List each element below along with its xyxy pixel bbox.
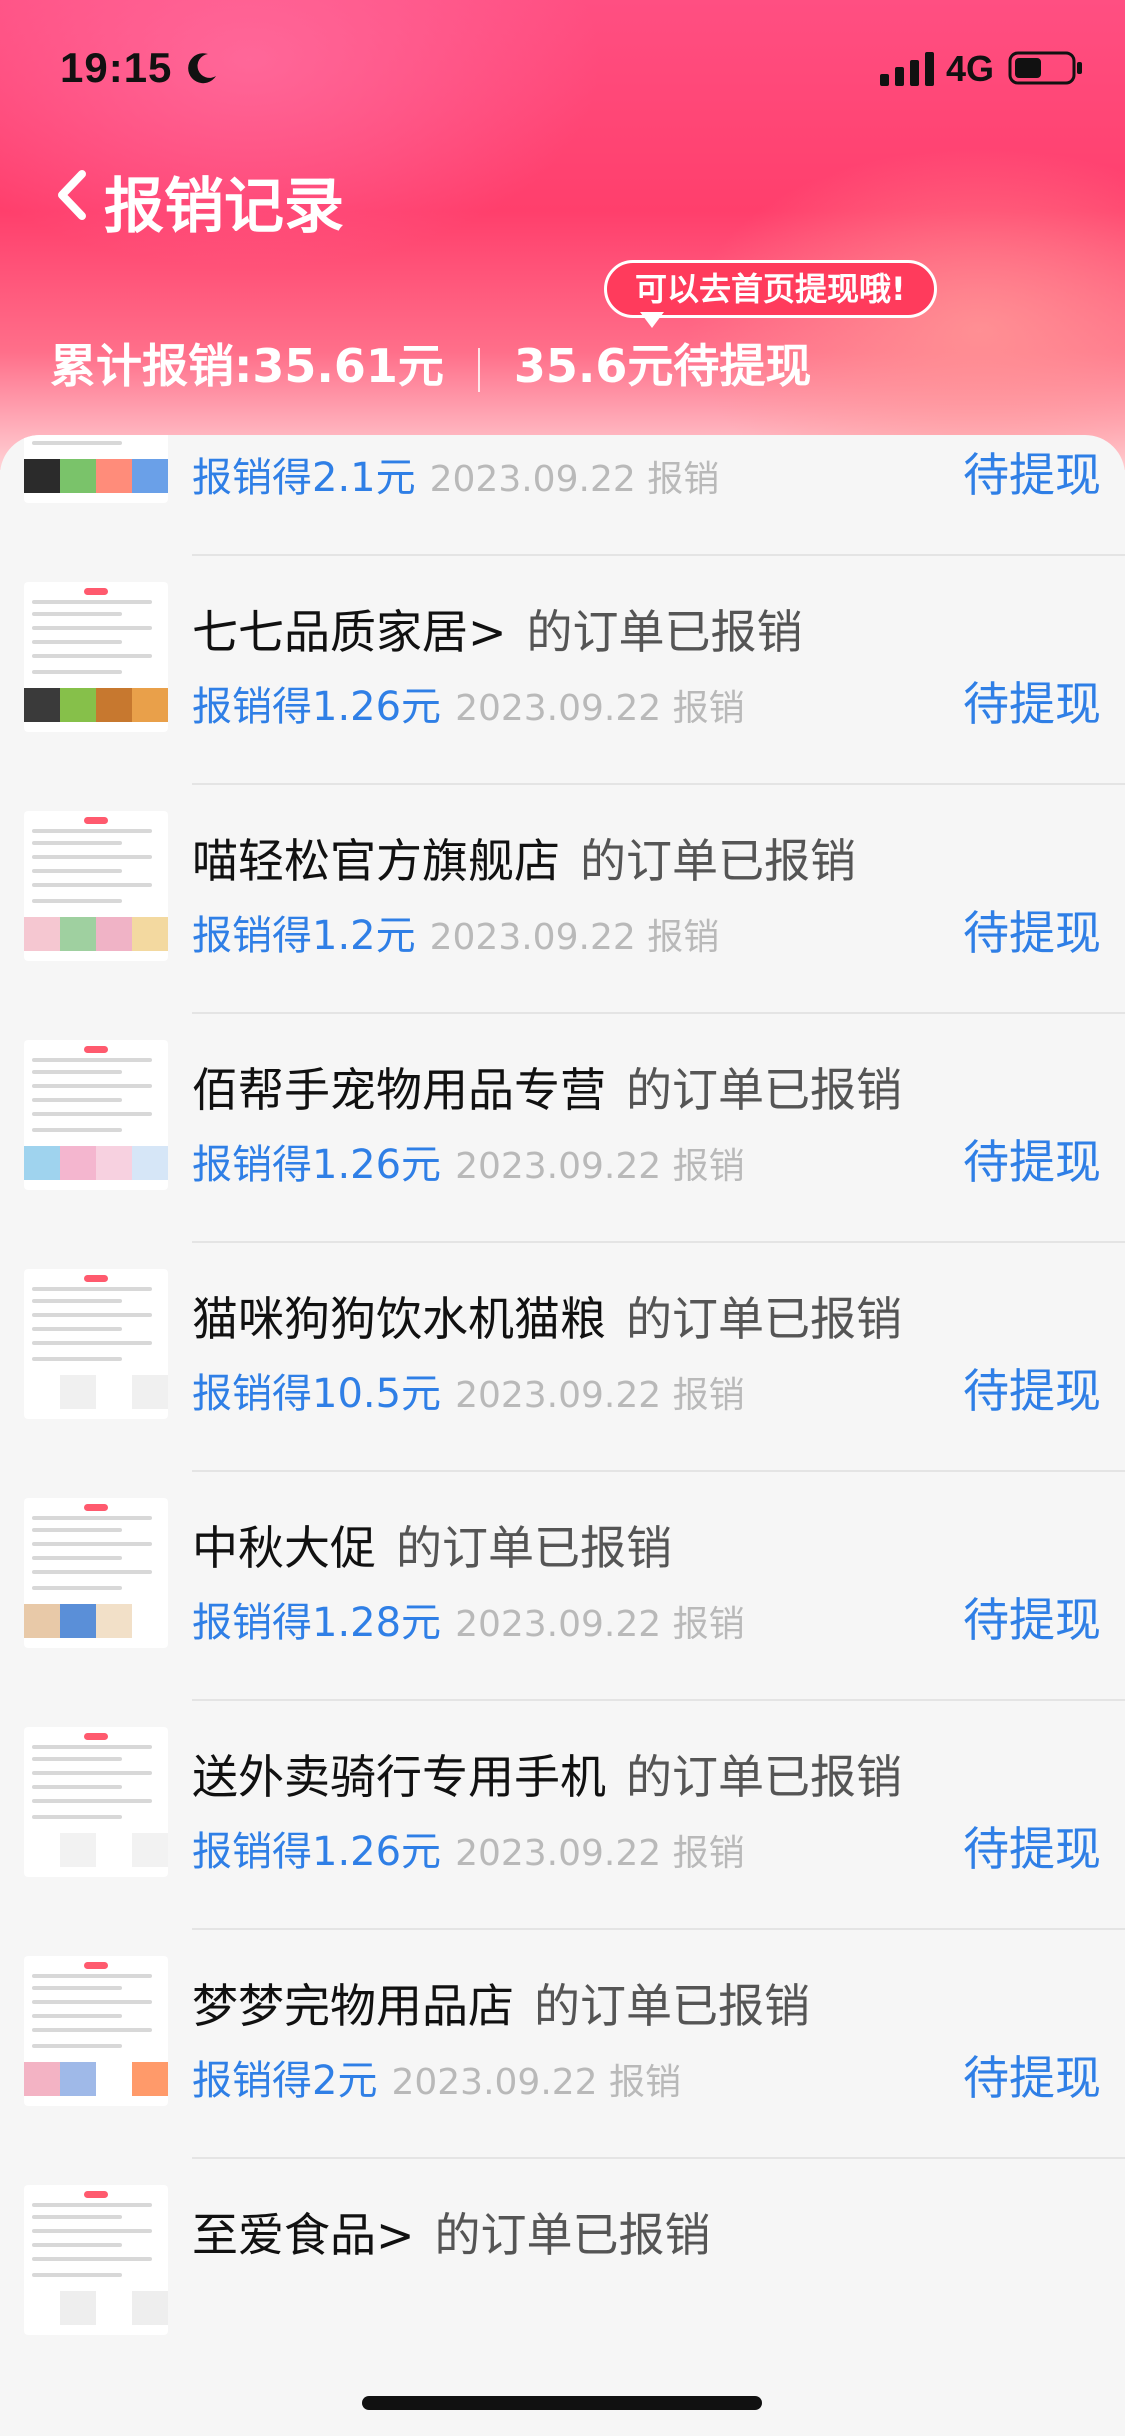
record-row[interactable]: 送外卖骑行专用手机 的订单已报销报销得1.26元 2023.09.22 报销 待提现: [0, 1701, 1125, 1930]
reimburse-amount: 报销得2元: [192, 2058, 378, 2104]
status-pending-withdraw[interactable]: 待提现: [963, 1126, 1101, 1192]
status-pending-withdraw[interactable]: 待提现: [963, 897, 1101, 963]
record-title: 猫咪狗狗饮水机猫粮 的订单已报销: [192, 1283, 902, 1349]
status-pending-withdraw[interactable]: 待提现: [963, 439, 1101, 505]
order-screenshot-thumbnail: [24, 2185, 168, 2335]
status-pending-withdraw[interactable]: 待提现: [963, 1584, 1101, 1650]
reimburse-amount: 报销得1.26元: [192, 1142, 442, 1188]
store-name[interactable]: 送外卖骑行专用手机: [192, 1750, 606, 1804]
order-screenshot-thumbnail: [24, 811, 168, 961]
store-name[interactable]: 佰帮手宠物用品专营: [192, 1063, 606, 1117]
record-row[interactable]: 至爱食品> 的订单已报销: [0, 2159, 1125, 2388]
store-name[interactable]: 喵轻松官方旗舰店: [192, 834, 560, 888]
store-name[interactable]: 至爱食品>: [192, 2208, 415, 2262]
reimburse-amount: 报销得1.2元: [192, 913, 416, 959]
record-amount-line: 报销得1.28元 2023.09.22 报销: [192, 1590, 745, 1648]
store-name[interactable]: 七七品质家居>: [192, 605, 507, 659]
reimburse-amount: 报销得1.26元: [192, 1829, 442, 1875]
record-title: 梦梦完物用品店 的订单已报销: [192, 1970, 810, 2036]
reimburse-date: 2023.09.22 报销: [429, 459, 720, 500]
withdraw-tip-bubble: 可以去首页提现哦!: [604, 260, 937, 318]
record-suffix: 的订单已报销: [526, 605, 803, 659]
record-suffix: 的订单已报销: [580, 834, 856, 888]
reimburse-date: 2023.09.22 报销: [429, 917, 720, 958]
record-title: 七七品质家居> 的订单已报销: [192, 596, 803, 662]
reimburse-date: 2023.09.22 报销: [455, 1604, 745, 1645]
record-row[interactable]: 梦梦完物用品店 的订单已报销报销得2元 2023.09.22 报销 待提现: [0, 1930, 1125, 2159]
chevron-left-icon[interactable]: [44, 160, 104, 230]
status-time: 19:15: [60, 44, 173, 91]
summary-divider: [477, 347, 480, 392]
order-screenshot-thumbnail: [24, 582, 168, 732]
record-row[interactable]: 猫咪狗狗饮水机猫粮 的订单已报销报销得10.5元 2023.09.22 报销 待提现: [0, 1243, 1125, 1472]
record-row[interactable]: 喵轻松官方旗舰店 的订单已报销报销得1.2元 2023.09.22 报销 待提现: [0, 785, 1125, 1014]
reimburse-amount: 报销得10.5元: [192, 1371, 442, 1417]
store-name[interactable]: 中秋大促: [192, 1521, 376, 1575]
record-amount-line: [192, 2277, 206, 2323]
record-title: 送外卖骑行专用手机 的订单已报销: [192, 1741, 902, 1807]
reimburse-date: 2023.09.22 报销: [455, 1833, 745, 1874]
status-pending-withdraw[interactable]: 待提现: [963, 668, 1101, 734]
record-row[interactable]: 七七品质家居> 的订单已报销报销得1.26元 2023.09.22 报销 待提现: [0, 556, 1125, 785]
record-amount-line: 报销得1.26元 2023.09.22 报销: [192, 1819, 745, 1877]
page-title: 报销记录: [104, 172, 344, 242]
record-suffix: 的订单已报销: [626, 1750, 902, 1804]
reimburse-date: 2023.09.22 报销: [391, 2062, 682, 2103]
status-pending-withdraw[interactable]: 待提现: [963, 1813, 1101, 1879]
order-screenshot-thumbnail: [24, 1727, 168, 1877]
record-amount-line: 报销得2元 2023.09.22 报销: [192, 2048, 681, 2106]
record-suffix: 的订单已报销: [434, 2208, 711, 2262]
record-title: 中秋大促 的订单已报销: [192, 1512, 672, 1578]
home-indicator: [362, 2396, 762, 2410]
order-screenshot-thumbnail: [24, 1498, 168, 1648]
pending-withdraw: 35.6元待提现: [513, 339, 812, 393]
reimburse-date: 2023.09.22 报销: [455, 1146, 745, 1187]
record-suffix: 的订单已报销: [396, 1521, 672, 1575]
record-amount-line: 报销得1.26元 2023.09.22 报销: [192, 674, 745, 732]
record-row[interactable]: 中秋大促 的订单已报销报销得1.28元 2023.09.22 报销 待提现: [0, 1472, 1125, 1701]
battery-icon: [1008, 51, 1082, 85]
status-bar: 19:15 4G: [0, 0, 1125, 140]
order-screenshot-thumbnail: [24, 1956, 168, 2106]
network-type: 4G: [946, 48, 995, 89]
record-suffix: 的订单已报销: [534, 1979, 810, 2033]
moon-icon: [188, 53, 216, 84]
reimburse-date: 2023.09.22 报销: [455, 1375, 745, 1416]
record-amount-line: 报销得2.1元 2023.09.22 报销: [192, 445, 719, 503]
store-name[interactable]: 梦梦完物用品店: [192, 1979, 514, 2033]
reimburse-amount: 报销得1.28元: [192, 1600, 442, 1646]
signal-icon: [880, 52, 934, 86]
record-suffix: 的订单已报销: [626, 1063, 902, 1117]
status-pending-withdraw[interactable]: 待提现: [963, 1355, 1101, 1421]
order-screenshot-thumbnail: [24, 435, 168, 503]
reimburse-date: 2023.09.22 报销: [455, 688, 745, 729]
record-row[interactable]: 艾尔先生旗舰店的订单已报销报销得2.1元2023.09.22 报销待提现: [0, 435, 1125, 556]
record-title: 至爱食品> 的订单已报销: [192, 2199, 711, 2265]
tip-tail: [640, 312, 664, 328]
status-pending-withdraw[interactable]: 待提现: [963, 2042, 1101, 2108]
records-list: 艾尔先生旗舰店的订单已报销报销得2.1元2023.09.22 报销待提现七七品质…: [0, 435, 1125, 2436]
order-screenshot-thumbnail: [24, 1040, 168, 1190]
record-row[interactable]: 佰帮手宠物用品专营 的订单已报销报销得1.26元 2023.09.22 报销 待提现: [0, 1014, 1125, 1243]
record-title: 佰帮手宠物用品专营 的订单已报销: [192, 1054, 902, 1120]
record-amount-line: 报销得10.5元 2023.09.22 报销: [192, 1361, 745, 1419]
order-screenshot-thumbnail: [24, 1269, 168, 1419]
nav-bar: 报销记录: [0, 150, 1125, 250]
record-suffix: 的订单已报销: [626, 1292, 902, 1346]
reimburse-summary: 累计报销:35.61元 35.6元待提现: [50, 330, 812, 393]
store-name[interactable]: 猫咪狗狗饮水机猫粮: [192, 1292, 606, 1346]
record-amount-line: 报销得1.26元 2023.09.22 报销: [192, 1132, 745, 1190]
reimburse-amount: 报销得1.26元: [192, 684, 442, 730]
record-amount-line: 报销得1.2元 2023.09.22 报销: [192, 903, 719, 961]
record-title: 喵轻松官方旗舰店 的订单已报销: [192, 825, 856, 891]
reimburse-amount: 报销得2.1元: [192, 455, 416, 501]
total-reimbursed: 累计报销:35.61元: [50, 339, 444, 393]
